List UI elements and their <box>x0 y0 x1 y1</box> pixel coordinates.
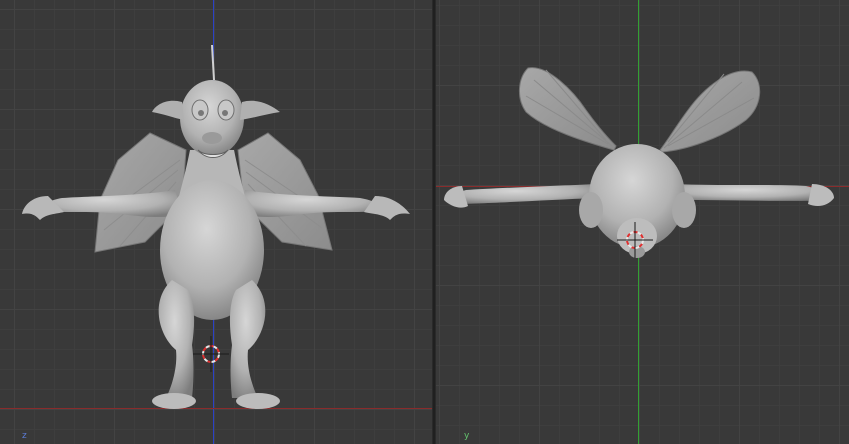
z-axis-indicator: z <box>22 431 27 441</box>
character-model-top[interactable] <box>436 0 849 444</box>
y-axis-indicator: y <box>464 431 470 441</box>
left-3d-viewport[interactable]: z <box>0 0 432 444</box>
right-3d-viewport[interactable]: y <box>436 0 849 444</box>
character-model-front[interactable] <box>0 0 432 444</box>
